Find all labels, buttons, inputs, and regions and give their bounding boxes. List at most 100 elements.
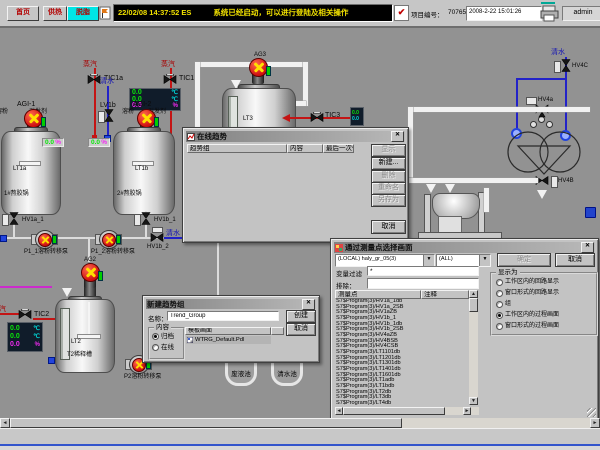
- trend-dialog-icon: [187, 133, 195, 141]
- scroll-right-icon[interactable]: ►: [463, 407, 471, 415]
- points-list[interactable]: 测量点 注释 S7$Program(3)/HV1a_1db S7$Program…: [335, 290, 479, 406]
- water-label-2: 清水: [166, 230, 180, 237]
- app-hscroll-thumb[interactable]: [10, 418, 402, 428]
- trend-cancel-button[interactable]: 取消: [371, 220, 406, 234]
- scroll-left-icon[interactable]: ◄: [335, 407, 343, 415]
- scroll-left-icon[interactable]: ◄: [0, 418, 10, 428]
- tank1-level-box: 0.0%: [42, 138, 64, 147]
- hv4b-indicator: [551, 176, 558, 188]
- points-titlebar[interactable]: 通过测量点选择画面 ✕: [334, 242, 595, 253]
- exclude-input[interactable]: [367, 278, 479, 289]
- feeder-side-pipe: [484, 188, 489, 212]
- project-time-field[interactable]: 2008-2-22 15:01:26: [466, 6, 542, 21]
- hv1a1-valve[interactable]: [9, 212, 20, 226]
- points-hscrollbar[interactable]: ◄ ►: [335, 407, 479, 415]
- template-list[interactable]: 模板画面 WTRG_Default.Pdl: [185, 327, 285, 357]
- saveas-button[interactable]: 另存为: [371, 194, 406, 207]
- points-list-body[interactable]: S7$Program(3)/HV1a_1db S7$Program(3)/HV1…: [336, 299, 468, 405]
- radio-group[interactable]: 组: [496, 300, 511, 309]
- hv4c-label: HV4C: [572, 63, 588, 70]
- radio-archive[interactable]: 归档: [152, 332, 174, 341]
- template-col-header[interactable]: 模板画面: [185, 327, 271, 335]
- pump2-label: P1_2溶粉转移泵: [91, 249, 135, 256]
- points-cancel-button[interactable]: 取消: [555, 253, 595, 267]
- tic1b-valve[interactable]: [163, 74, 177, 85]
- steam-label-2: 蒸汽: [161, 61, 175, 68]
- ok-button[interactable]: 确定: [497, 253, 551, 267]
- radio-online[interactable]: 在线: [152, 343, 174, 352]
- hv1b1-label: HV1b_1: [154, 217, 176, 224]
- motor3-status-bar: [266, 66, 271, 76]
- col-point[interactable]: 测量点: [335, 290, 421, 299]
- hv4c-valve[interactable]: [561, 59, 572, 73]
- trend-group-list[interactable]: 趋势组 内容 最后一次修改: [187, 144, 354, 236]
- steam-label-1: 蒸汽: [83, 61, 97, 68]
- show-button[interactable]: 显示: [371, 144, 406, 157]
- scroll-down-icon[interactable]: ▼: [469, 397, 478, 405]
- transfer-pump-2[interactable]: [96, 229, 121, 248]
- template-item-row[interactable]: WTRG_Default.Pdl: [186, 336, 271, 344]
- points-vscrollbar[interactable]: ▲ ▼: [469, 290, 478, 405]
- col-content[interactable]: 内容: [287, 144, 323, 153]
- close-icon[interactable]: ✕: [302, 299, 315, 310]
- hv4b-drain-arrow: [537, 190, 547, 199]
- nav-home-button[interactable]: 首页: [7, 6, 39, 21]
- close-icon[interactable]: ✕: [581, 242, 594, 253]
- col-last-modified[interactable]: 最后一次修改: [323, 144, 354, 153]
- scada-screen: 蒸汽 TIC1a 蒸汽 TIC1b 清水 LV1b 0.0℃ 0.0℃ 0.0%…: [0, 0, 600, 450]
- filter-input[interactable]: [367, 266, 479, 276]
- nav-heating-button[interactable]: 供热: [43, 6, 67, 21]
- col-trend-group[interactable]: 趋势组: [187, 144, 287, 153]
- printer-icon[interactable]: [539, 2, 560, 22]
- dialog-title: 在线趋势: [197, 131, 227, 142]
- point-item[interactable]: S7$Program(3)/LT4db: [336, 401, 468, 405]
- mixer-water-pipe-v1: [516, 78, 518, 132]
- bottom-strip: [0, 446, 600, 450]
- lt3-mini-panel: 0.0 0.0: [350, 107, 364, 126]
- new-trend-cancel-button[interactable]: 取消: [286, 323, 316, 336]
- agitator-motor-t2[interactable]: [78, 263, 102, 290]
- pump1-status-bar: [52, 235, 57, 244]
- agitator-motor-3[interactable]: [246, 58, 270, 85]
- resize-grip[interactable]: [587, 408, 596, 417]
- create-button[interactable]: 创建: [286, 310, 316, 323]
- nav-degrease-button[interactable]: 脱脂: [67, 6, 99, 21]
- trend-name-input[interactable]: [167, 311, 279, 321]
- vscroll-thumb[interactable]: [469, 298, 478, 312]
- scroll-up-icon[interactable]: ▲: [469, 290, 478, 298]
- hv1b1-valve[interactable]: [141, 212, 152, 226]
- close-icon[interactable]: ✕: [391, 131, 404, 142]
- water-label-3: 清水: [551, 49, 565, 56]
- app-hscrollbar[interactable]: ◄ ►: [0, 418, 600, 428]
- hv1b2-valve[interactable]: [150, 232, 164, 243]
- transfer-pump-1[interactable]: [32, 229, 57, 248]
- new-button[interactable]: 新建...: [371, 157, 406, 170]
- flag-icon[interactable]: [99, 5, 111, 20]
- tic1a-valve[interactable]: [87, 74, 101, 85]
- mixer-device[interactable]: [503, 126, 585, 180]
- template-col-spacer[interactable]: [271, 327, 284, 335]
- lv1b-valve[interactable]: [104, 109, 115, 123]
- pump3-label: P2溶粉转移泵: [124, 374, 161, 381]
- online-trend-titlebar[interactable]: 在线趋势 ✕: [186, 131, 405, 142]
- hscroll-thumb[interactable]: [343, 407, 445, 415]
- bottom-toolbar: [0, 428, 600, 445]
- col-comment[interactable]: 注释: [421, 290, 469, 299]
- user-field[interactable]: admin: [562, 6, 600, 21]
- project-label: 项目编号：: [411, 9, 444, 19]
- radio-process-workspace[interactable]: 工作区内的过程画面: [496, 311, 559, 320]
- radio-process-window[interactable]: 窗口形式的过程画面: [496, 322, 559, 331]
- tic3-valve[interactable]: [310, 112, 324, 123]
- scroll-right-icon[interactable]: ►: [590, 418, 600, 428]
- hv1a1-label: HV1a_1: [22, 217, 44, 224]
- radio-loop-workspace[interactable]: 工作区内的回路显示: [496, 278, 559, 287]
- tank2-level-box: 0.0%: [88, 138, 110, 147]
- ack-check-icon[interactable]: ✔: [394, 5, 409, 21]
- radio-loop-window[interactable]: 窗口形式的回路显示: [496, 289, 559, 298]
- tic2-valve[interactable]: [18, 309, 32, 320]
- lt3-label: LT3: [243, 116, 253, 123]
- new-trend-titlebar[interactable]: 新建趋势组 ✕: [146, 299, 316, 309]
- lt3-feed-pipe-v: [195, 62, 200, 128]
- t2-steam-pipe-b: [33, 318, 56, 320]
- tank1-agitator-shaft: [29, 135, 31, 163]
